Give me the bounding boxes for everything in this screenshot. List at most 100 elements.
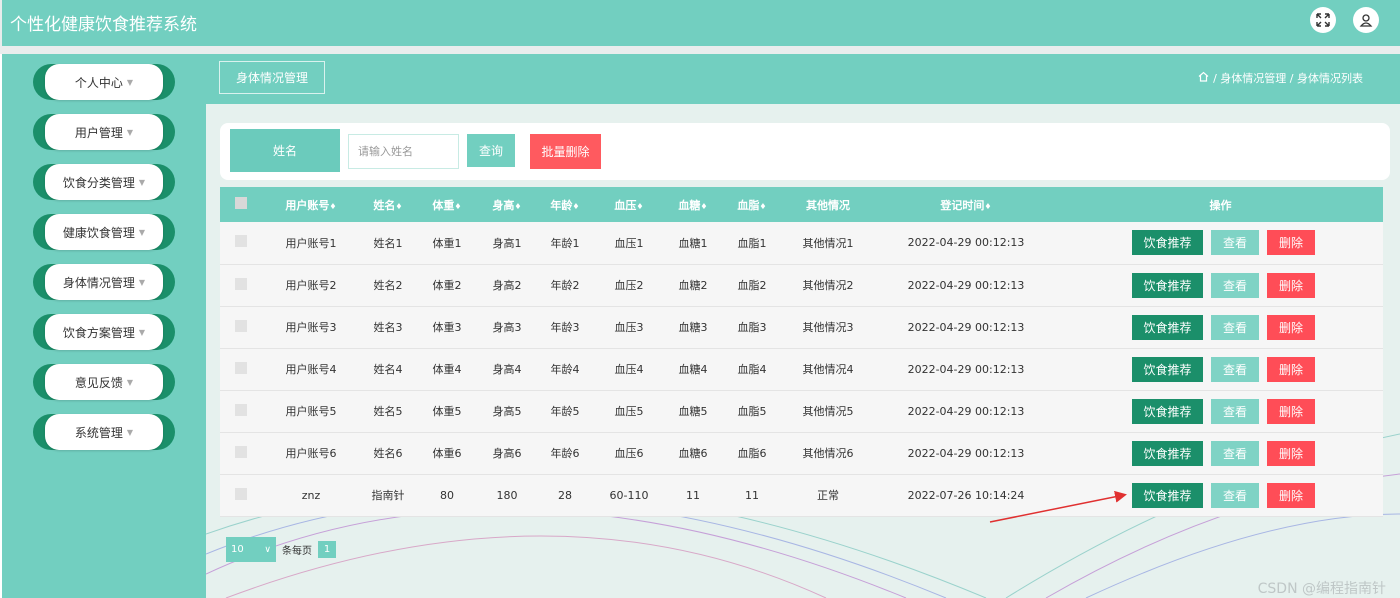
sidebar: 个人中心 ▼ 用户管理 ▼ 饮食分类管理 ▼ 健康饮食管理 ▼ 身体情况管理 ▼ 饮食方案… — [2, 54, 206, 598]
column-header[interactable]: 身高♦ — [478, 187, 536, 222]
table-cell: 血糖6 — [678, 447, 708, 460]
table-cell: 血糖1 — [678, 236, 708, 250]
table-cell: 年龄3 — [550, 321, 580, 334]
row-checkbox[interactable] — [235, 403, 247, 416]
table-header: 用户账号♦ 姓名♦ 体重♦ 身高♦ 年龄♦ 血压♦ 血糖♦ 血脂♦ 其他情况 登… — [220, 187, 1383, 222]
diet-recommend-button[interactable]: 饮食推荐 — [1132, 356, 1203, 382]
table-cell: 用户账号2 — [285, 279, 337, 292]
row-checkbox[interactable] — [235, 235, 247, 248]
table-cell: 其他情况1 — [802, 236, 854, 250]
column-header[interactable]: 姓名♦ — [360, 187, 416, 222]
diet-recommend-button[interactable]: 饮食推荐 — [1132, 230, 1203, 256]
column-header[interactable]: 血脂♦ — [722, 187, 782, 222]
table-cell: 身高1 — [492, 236, 522, 250]
table-cell: 用户账号4 — [285, 363, 337, 376]
table-cell: 血脂2 — [737, 279, 767, 292]
chevron-down-icon: ▼ — [126, 377, 134, 387]
table-cell: 用户账号5 — [285, 405, 337, 418]
table-cell: 正常 — [817, 489, 839, 502]
sidebar-item-diet-category[interactable]: 饮食分类管理 ▼ — [33, 164, 175, 200]
table-cell: 姓名3 — [373, 321, 403, 334]
table-cell: 体重1 — [432, 236, 462, 250]
table-cell: 180 — [496, 488, 518, 502]
table-cell: znz — [301, 488, 321, 502]
table-cell: 血脂4 — [737, 363, 767, 376]
table-row: 用户账号5 姓名5 体重5 身高5 年龄5 血压5 血糖5 血脂5 其他情况5 2022-04-2… — [220, 390, 1383, 432]
diet-recommend-button[interactable]: 饮食推荐 — [1132, 440, 1203, 466]
sidebar-item-label: 用户管理 — [74, 125, 123, 140]
table-cell: 其他情况3 — [802, 321, 854, 334]
chevron-down-icon: ∨ — [264, 544, 271, 555]
view-button[interactable]: 查看 — [1211, 356, 1259, 382]
search-input[interactable] — [348, 134, 459, 169]
delete-button[interactable]: 删除 — [1267, 272, 1315, 298]
fullscreen-icon[interactable] — [1310, 7, 1336, 33]
select-all-checkbox[interactable] — [235, 197, 247, 209]
table-cell: 体重2 — [432, 279, 462, 292]
sidebar-item-label: 身体情况管理 — [62, 275, 135, 290]
diet-recommend-button[interactable]: 饮食推荐 — [1132, 398, 1203, 424]
row-checkbox[interactable] — [235, 487, 247, 500]
diet-recommend-button[interactable]: 饮食推荐 — [1132, 272, 1203, 298]
sidebar-item-system[interactable]: 系统管理 ▼ — [33, 414, 175, 450]
delete-button[interactable]: 删除 — [1267, 482, 1315, 508]
table-cell: 2022-04-29 00:12:13 — [907, 278, 1025, 292]
table-cell: 11 — [686, 488, 700, 502]
column-header[interactable]: 血压♦ — [594, 187, 664, 222]
table-cell: 姓名5 — [373, 405, 403, 418]
query-button[interactable]: 查询 — [467, 134, 515, 167]
diet-recommend-button[interactable]: 饮食推荐 — [1132, 314, 1203, 340]
row-checkbox[interactable] — [235, 319, 247, 332]
column-header[interactable]: 用户账号♦ — [262, 187, 360, 222]
sidebar-item-user-management[interactable]: 用户管理 ▼ — [33, 114, 175, 150]
sidebar-item-healthy-diet[interactable]: 健康饮食管理 ▼ — [33, 214, 175, 250]
chevron-down-icon: ▼ — [126, 127, 134, 137]
column-header[interactable]: 血糖♦ — [664, 187, 722, 222]
delete-button[interactable]: 删除 — [1267, 440, 1315, 466]
home-icon[interactable] — [1198, 71, 1209, 85]
delete-button[interactable]: 删除 — [1267, 398, 1315, 424]
delete-button[interactable]: 删除 — [1267, 314, 1315, 340]
page-size-select[interactable]: 10 ∨ — [226, 537, 276, 562]
table-row: 用户账号2 姓名2 体重2 身高2 年龄2 血压2 血糖2 血脂2 其他情况2 2022-04-2… — [220, 264, 1383, 306]
diet-recommend-button[interactable]: 饮食推荐 — [1132, 482, 1203, 508]
delete-button[interactable]: 删除 — [1267, 230, 1315, 256]
sidebar-item-label: 系统管理 — [74, 425, 123, 440]
sidebar-item-label: 意见反馈 — [74, 375, 123, 390]
header-divider — [0, 46, 1400, 54]
table-cell: 体重3 — [432, 321, 462, 334]
sidebar-item-feedback[interactable]: 意见反馈 ▼ — [33, 364, 175, 400]
column-header[interactable]: 登记时间♦ — [874, 187, 1058, 222]
batch-delete-button[interactable]: 批量删除 — [530, 134, 601, 169]
view-button[interactable]: 查看 — [1211, 398, 1259, 424]
table-cell: 血糖4 — [678, 363, 708, 376]
table-cell: 血压4 — [614, 363, 644, 376]
table-cell: 血压1 — [614, 236, 644, 250]
tab-body-condition[interactable]: 身体情况管理 — [219, 61, 325, 94]
sidebar-item-label: 饮食分类管理 — [62, 175, 135, 190]
row-checkbox[interactable] — [235, 361, 247, 374]
column-header[interactable]: 体重♦ — [416, 187, 478, 222]
table-cell: 身高4 — [492, 363, 522, 376]
column-header[interactable]: 年龄♦ — [536, 187, 594, 222]
sidebar-item-diet-plan[interactable]: 饮食方案管理 ▼ — [33, 314, 175, 350]
table-cell: 姓名2 — [373, 279, 403, 292]
user-icon[interactable] — [1353, 7, 1379, 33]
delete-button[interactable]: 删除 — [1267, 356, 1315, 382]
view-button[interactable]: 查看 — [1211, 314, 1259, 340]
per-page-label: 条每页 — [282, 546, 312, 557]
view-button[interactable]: 查看 — [1211, 440, 1259, 466]
watermark: CSDN @编程指南针 — [1257, 581, 1386, 597]
row-checkbox[interactable] — [235, 277, 247, 290]
page-number[interactable]: 1 — [318, 541, 336, 558]
view-button[interactable]: 查看 — [1211, 272, 1259, 298]
view-button[interactable]: 查看 — [1211, 230, 1259, 256]
table-cell: 血压2 — [614, 279, 644, 292]
table-cell: 姓名6 — [373, 447, 403, 460]
view-button[interactable]: 查看 — [1211, 482, 1259, 508]
table-cell: 血糖5 — [678, 405, 708, 418]
row-checkbox[interactable] — [235, 445, 247, 458]
table-cell: 体重6 — [432, 447, 462, 460]
sidebar-item-personal-center[interactable]: 个人中心 ▼ — [33, 64, 175, 100]
sidebar-item-body-condition[interactable]: 身体情况管理 ▼ — [33, 264, 175, 300]
